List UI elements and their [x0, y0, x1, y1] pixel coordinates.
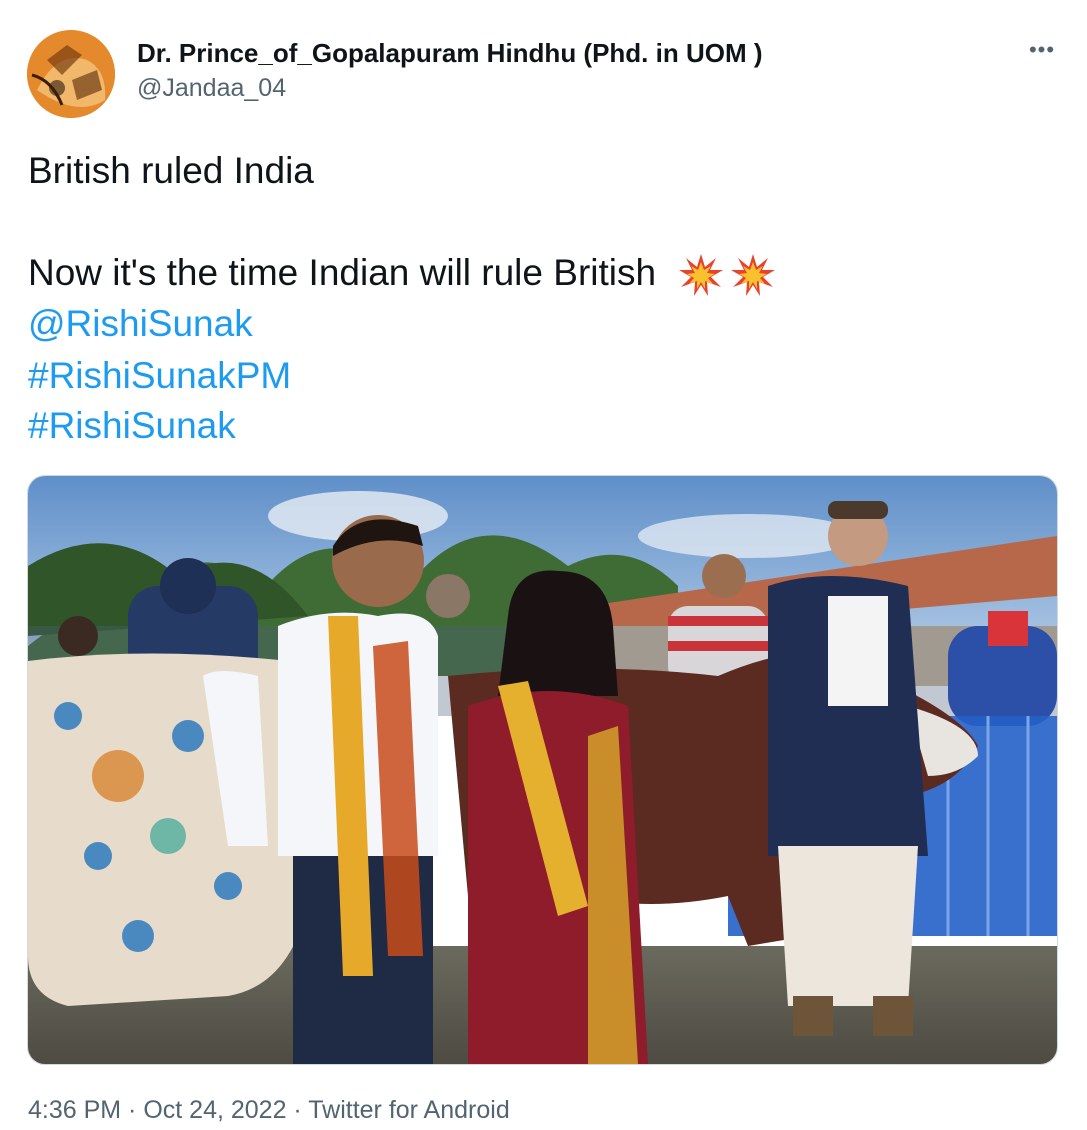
tweet-text-line-1: British ruled India: [28, 150, 314, 191]
collision-emoji-icon: [731, 254, 776, 297]
meta-separator-2: ·: [286, 1096, 309, 1124]
author-handle[interactable]: @Jandaa_04: [137, 74, 286, 103]
tweet-time[interactable]: 4:36 PM: [28, 1096, 121, 1124]
tweet-photo[interactable]: [27, 475, 1058, 1065]
tweet-text-line-2: Now it's the time Indian will rule Briti…: [28, 252, 776, 298]
hashtag-link-rishisunak[interactable]: #RishiSunak: [28, 405, 236, 447]
hashtag-link-rishisunakpm[interactable]: #RishiSunakPM: [28, 355, 291, 397]
meta-separator-1: ·: [121, 1096, 144, 1124]
collision-emoji-icon: [679, 254, 724, 297]
author-name[interactable]: Dr. Prince_of_Gopalapuram Hindhu (Phd. i…: [137, 38, 763, 69]
tweet-metadata: 4:36 PM · Oct 24, 2022 · Twitter for And…: [28, 1096, 510, 1125]
emoji-group: [678, 252, 776, 298]
tweet-source[interactable]: Twitter for Android: [308, 1096, 509, 1124]
tweet-text-line-2-text: Now it's the time Indian will rule Briti…: [28, 252, 657, 293]
avatar-image: [27, 30, 115, 118]
tweet-card: Dr. Prince_of_Gopalapuram Hindhu (Phd. i…: [0, 0, 1087, 1130]
mention-link[interactable]: @RishiSunak: [28, 303, 253, 345]
tweet-date[interactable]: Oct 24, 2022: [143, 1096, 286, 1124]
photo-image: [28, 476, 1057, 1064]
more-options-icon[interactable]: •••: [1022, 36, 1062, 64]
author-avatar[interactable]: [27, 30, 115, 118]
